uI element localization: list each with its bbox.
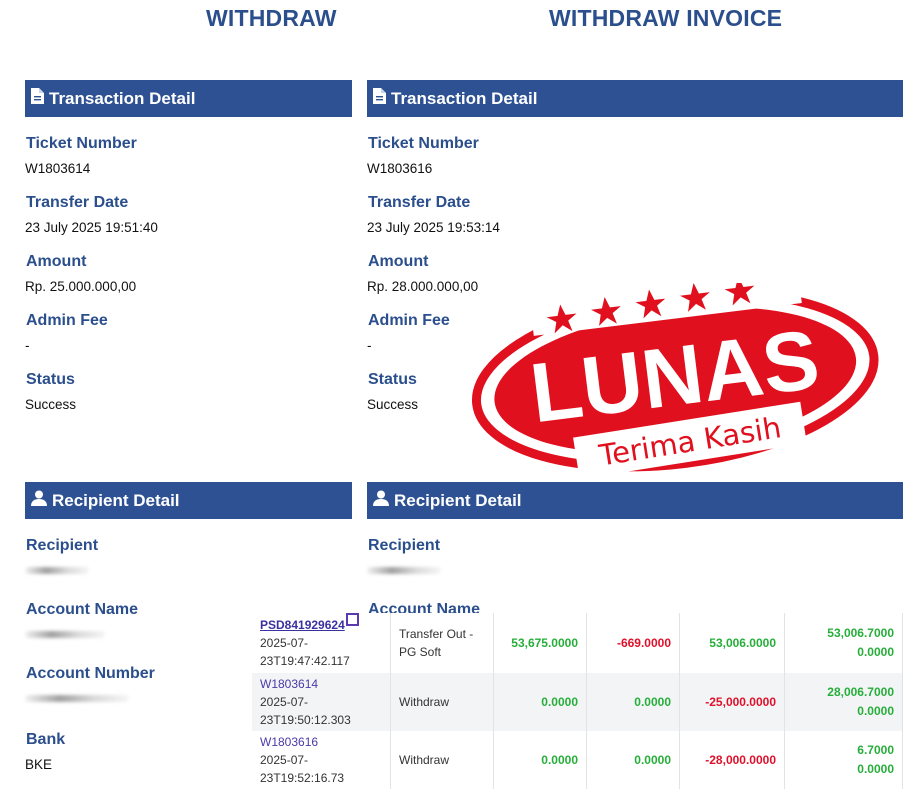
amount-cell: -669.0000 [586,613,680,673]
table-row: PSD841929624 2025-07- 23T19:47:42.117 Trans… [252,613,903,673]
right-page-title: WITHDRAW INVOICE [549,5,783,31]
user-icon [31,490,52,511]
invoice-transaction-detail-header: Transaction Detail [367,80,903,117]
transaction-id-link[interactable]: W1803616 [260,735,318,749]
transaction-id-link[interactable]: PSD841929624 [260,618,345,632]
table-row: W1803616 2025-07- 23T19:52:16.73 Withdraw 0.… [252,731,903,789]
table-row: W1803614 2025-07- 23T19:50:12.303 Withdraw 0… [252,673,903,731]
transaction-id-cell: W1803614 2025-07- 23T19:50:12.303 [252,673,391,731]
description-cell: Withdraw [390,673,494,731]
invoice-recipient-detail-header: Recipient Detail [367,482,903,519]
balance-value: 0.0000 [857,704,894,718]
transaction-time: 23T19:47:42.117 [260,654,350,668]
amount-cell: 0.0000 [586,731,680,789]
description-cell: Transfer Out - PG Soft [390,613,494,673]
redacted-recipient [25,567,89,574]
redacted-invoice-recipient [367,567,441,574]
transaction-detail-header: Transaction Detail [25,80,352,117]
amount-value: Rp. 25.000.000,00 [25,279,137,294]
status-value: Success [25,397,77,412]
recipient-detail-header: Recipient Detail [25,482,352,519]
invoice-ticket-number-label: Ticket Number [368,135,479,152]
amount-cell: 0.0000 [493,731,587,789]
invoice-transfer-date-label: Transfer Date [368,194,471,211]
ticket-number-label: Ticket Number [26,135,137,152]
transaction-id-cell: PSD841929624 2025-07- 23T19:47:42.117 [252,613,391,673]
recipient-detail-title: Recipient Detail [52,490,180,510]
status-label: Status [26,371,75,388]
invoice-recipient-detail-title: Recipient Detail [394,490,522,510]
transaction-time: 23T19:52:16.73 [260,771,345,785]
transaction-id-link[interactable]: W1803614 [260,677,318,691]
left-page-title: WITHDRAW [206,5,337,31]
user-icon [373,490,394,511]
balance-cell: 53,006.7000 0.0000 [784,613,903,673]
redacted-account-name [25,631,105,638]
right-recipient-panel: Recipient Detail Recipient Account Name [367,482,903,619]
amount-cell: -28,000.0000 [679,731,785,789]
balance-value: 6.7000 [857,743,894,757]
document-icon [31,88,49,109]
transfer-date-value: 23 July 2025 19:51:40 [25,220,158,235]
invoice-transfer-date-value: 23 July 2025 19:53:14 [367,220,500,235]
transaction-time: 2025-07- [260,753,309,767]
transaction-time: 23T19:50:12.303 [260,713,351,727]
transaction-time: 2025-07- [260,695,309,709]
balance-cell: 28,006.7000 0.0000 [784,673,903,731]
left-withdraw-panel: Transaction Detail Ticket Number W180361… [25,80,352,412]
invoice-recipient-label: Recipient [368,537,441,554]
amount-cell: 53,675.0000 [493,613,587,673]
copy-icon[interactable] [345,613,359,626]
recipient-label: Recipient [26,537,99,554]
balance-cell: 6.7000 0.0000 [784,731,903,789]
amount-cell: 53,006.0000 [679,613,785,673]
balance-value: 0.0000 [857,762,894,776]
document-icon [373,88,391,109]
redacted-account-number [25,695,129,702]
amount-cell: -25,000.0000 [679,673,785,731]
admin-fee-value: - [25,338,30,353]
description-text: Withdraw [399,753,450,767]
transaction-detail-title: Transaction Detail [49,88,196,108]
amount-cell: 0.0000 [586,673,680,731]
description-text: Transfer Out - [399,627,474,641]
transaction-history-table: PSD841929624 2025-07- 23T19:47:42.117 Trans… [252,613,903,789]
admin-fee-label: Admin Fee [26,312,108,329]
ticket-number-value: W1803614 [25,161,91,176]
balance-value: 0.0000 [857,645,894,659]
invoice-ticket-number-value: W1803616 [367,161,433,176]
transfer-date-label: Transfer Date [26,194,129,211]
invoice-transaction-detail-title: Transaction Detail [391,88,538,108]
lunas-paid-stamp: LUNAS Terima Kasih [471,283,879,473]
balance-value: 28,006.7000 [827,685,894,699]
amount-label: Amount [26,253,87,270]
description-text: Withdraw [399,695,450,709]
transaction-time: 2025-07- [260,636,309,650]
invoice-amount-label: Amount [368,253,429,270]
description-text: PG Soft [399,645,442,659]
transaction-id-cell: W1803616 2025-07- 23T19:52:16.73 [252,731,391,789]
amount-cell: 0.0000 [493,673,587,731]
balance-value: 53,006.7000 [827,626,894,640]
description-cell: Withdraw [390,731,494,789]
